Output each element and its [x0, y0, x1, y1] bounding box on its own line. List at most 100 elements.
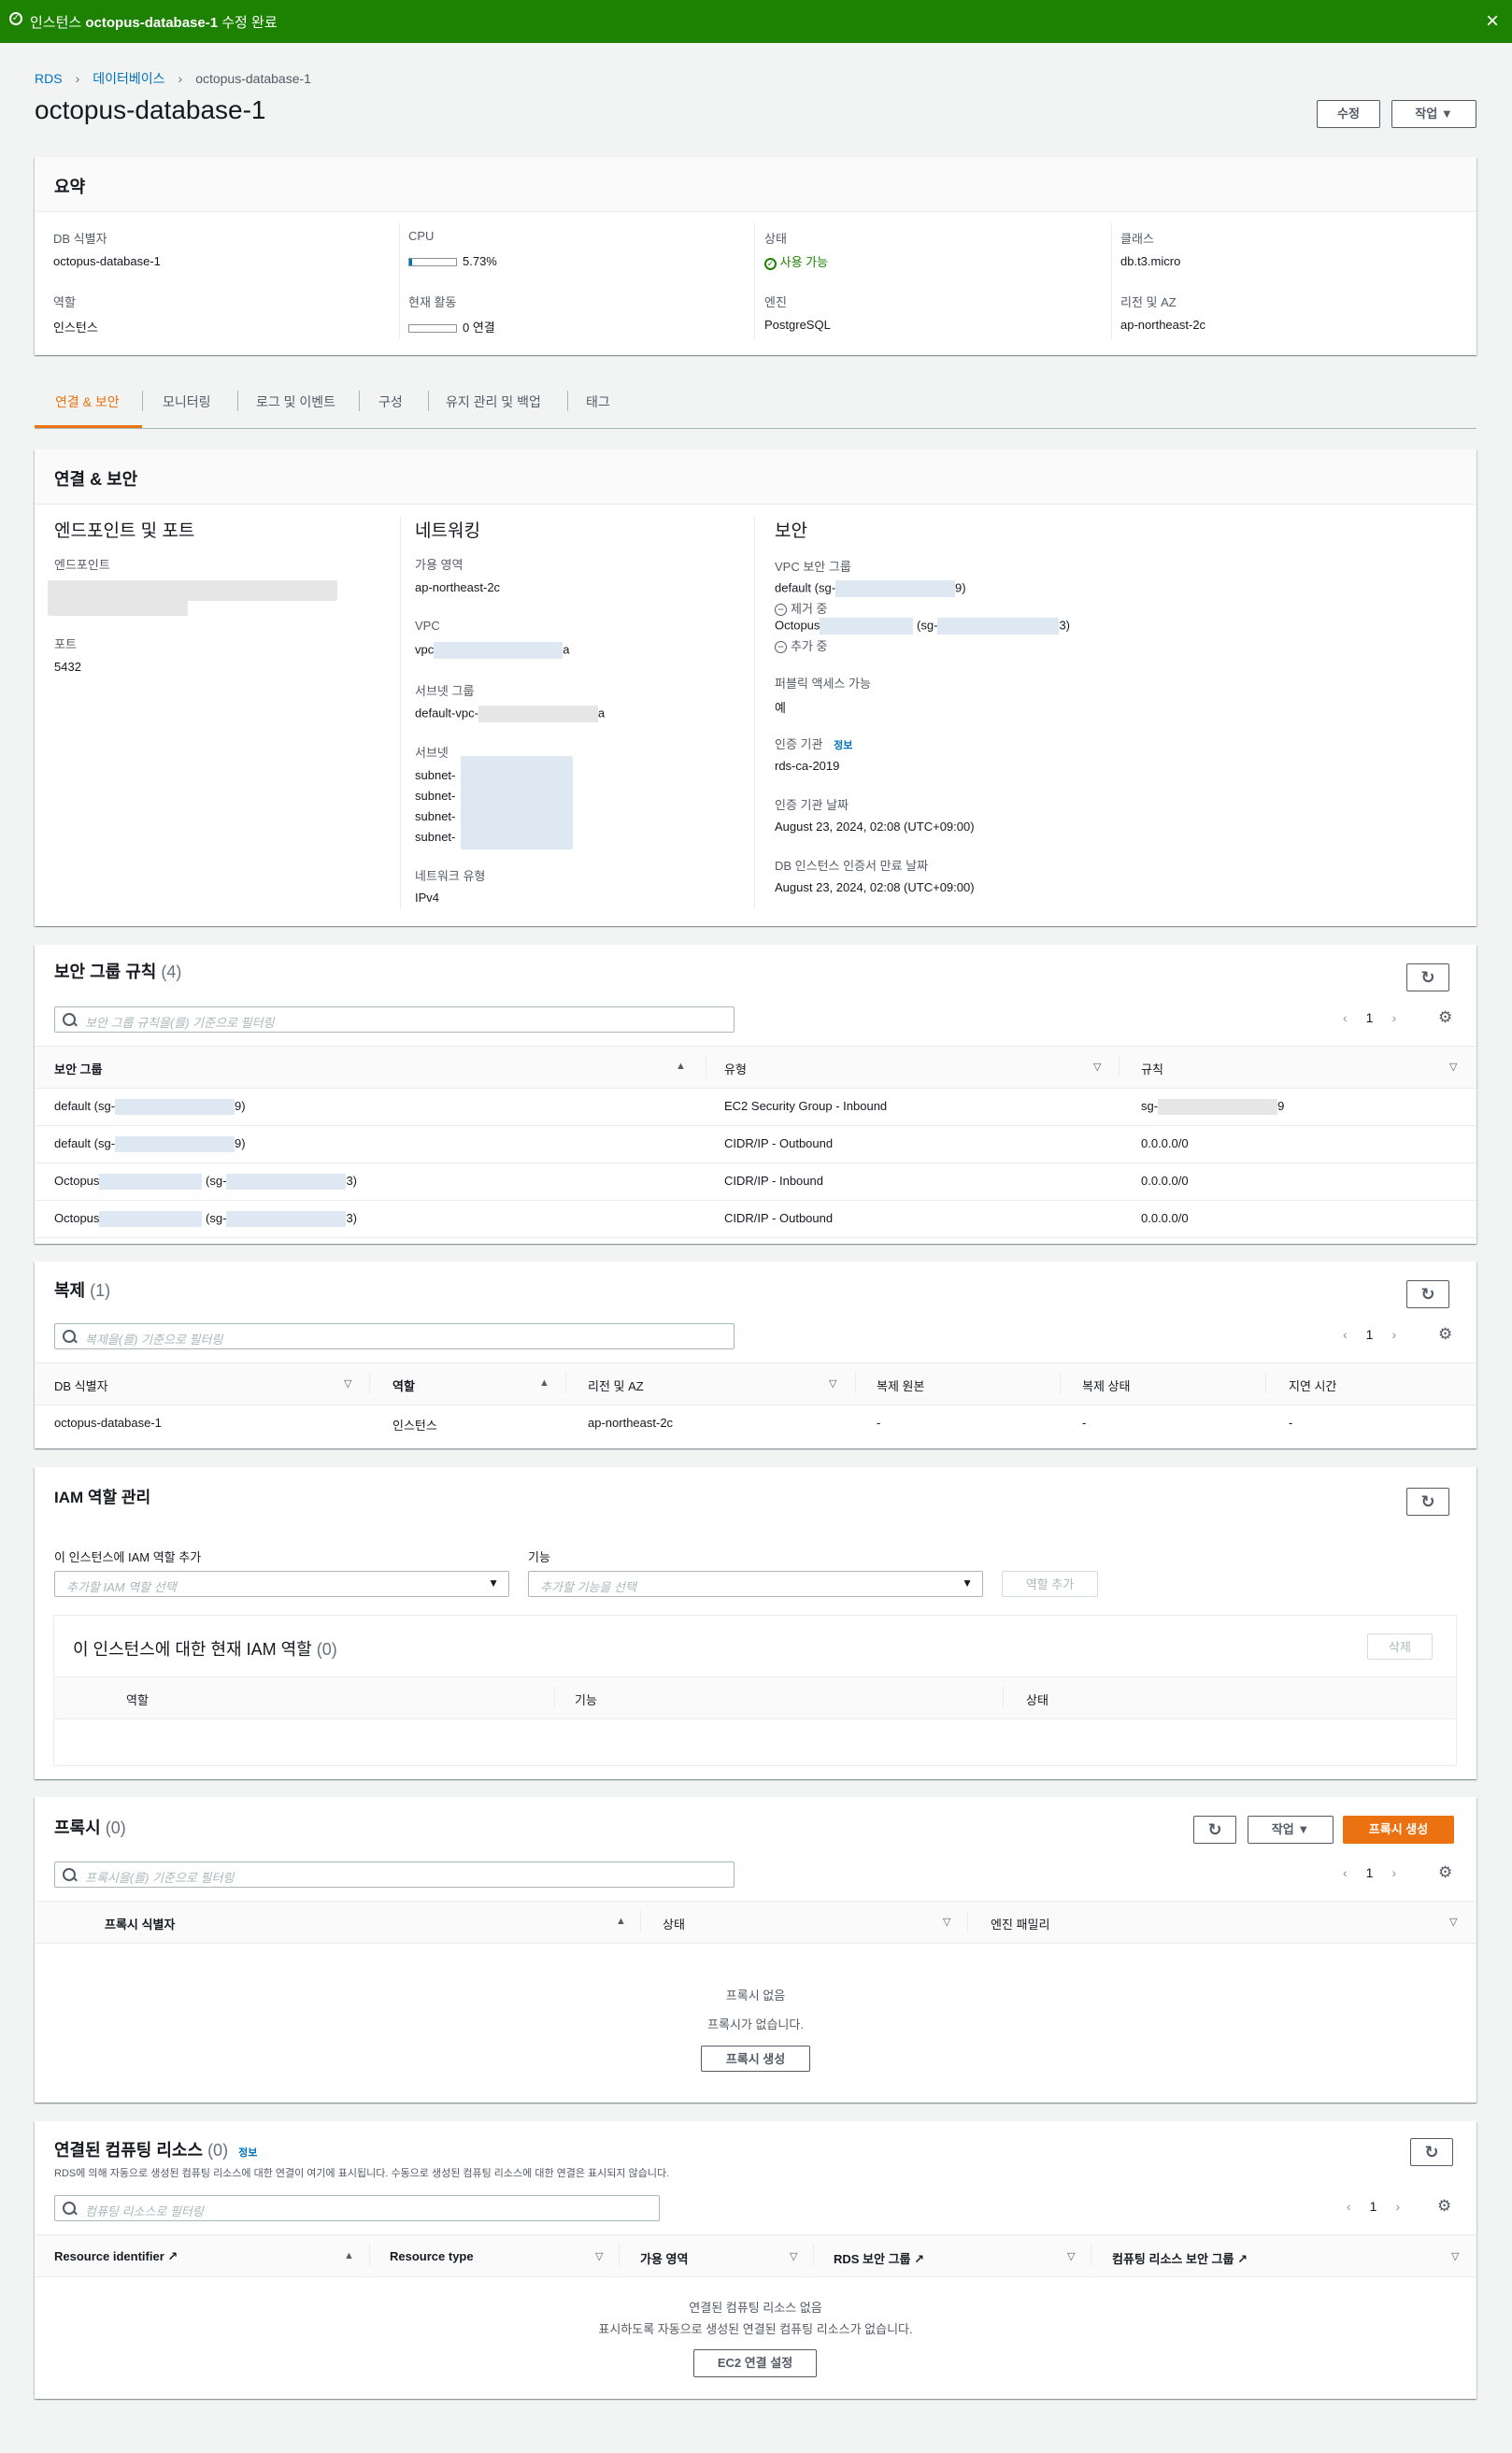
- col-resource-id[interactable]: Resource identifier ↗: [54, 2249, 178, 2264]
- rule-type: CIDR/IP - Inbound: [724, 1174, 823, 1188]
- create-proxy-button[interactable]: 프록시 생성: [1343, 1816, 1454, 1844]
- sort-icon[interactable]: ▽: [1449, 1061, 1457, 1073]
- page-number[interactable]: 1: [1366, 1327, 1374, 1342]
- modify-button[interactable]: 수정: [1317, 100, 1380, 128]
- replication-panel: 복제 (1) ↻ 복제을(를) 기준으로 필터링 ‹ 1 › ⚙ DB 식별자 ▽ …: [35, 1262, 1476, 1448]
- sort-icon[interactable]: ▽: [1093, 1061, 1101, 1073]
- col-role[interactable]: 역할: [392, 1376, 415, 1394]
- breadcrumb-databases[interactable]: 데이터베이스: [93, 71, 164, 86]
- feature-select[interactable]: 추가할 기능을 선택 ▼: [528, 1571, 983, 1597]
- add-role-button[interactable]: 역할 추가: [1002, 1571, 1098, 1597]
- gear-icon[interactable]: ⚙: [1438, 1863, 1452, 1882]
- vpc-link[interactable]: vpc a: [415, 642, 569, 659]
- replica-db-link[interactable]: octopus-database-1: [54, 1416, 162, 1430]
- refresh-icon: ↻: [1424, 2143, 1439, 2161]
- sort-ascending-icon[interactable]: ▲: [539, 1377, 549, 1389]
- sg-link[interactable]: Octopus (sg- 3): [54, 1211, 357, 1228]
- chevron-right-icon[interactable]: ›: [1391, 1010, 1396, 1025]
- proxy-empty-create-button[interactable]: 프록시 생성: [701, 2046, 810, 2072]
- tab-maintenance-backup[interactable]: 유지 관리 및 백업: [446, 392, 541, 411]
- rule-value: 0.0.0.0/0: [1141, 1174, 1189, 1188]
- replication-title: 복제 (1): [54, 1281, 111, 1300]
- col-compute-sg[interactable]: 컴퓨팅 리소스 보안 그룹 ↗: [1112, 2249, 1248, 2267]
- delete-button[interactable]: 삭제: [1367, 1633, 1433, 1660]
- col-rule[interactable]: 규칙: [1141, 1060, 1163, 1077]
- sg-rules-search-input[interactable]: 보안 그룹 규칙을(를) 기준으로 필터링: [54, 1006, 735, 1033]
- sg-link[interactable]: Octopus (sg- 3): [54, 1174, 357, 1191]
- chevron-left-icon[interactable]: ‹: [1343, 1865, 1348, 1880]
- col-db-id[interactable]: DB 식별자: [54, 1376, 108, 1394]
- tab-logs-events[interactable]: 로그 및 이벤트: [256, 392, 335, 411]
- compute-info-link[interactable]: 정보: [238, 2147, 257, 2159]
- sort-icon[interactable]: ▽: [1451, 2250, 1459, 2262]
- ca-info-link[interactable]: 정보: [834, 740, 852, 751]
- col-az[interactable]: 가용 영역: [640, 2249, 688, 2267]
- col-proxy-id[interactable]: 프록시 식별자: [105, 1915, 175, 1932]
- tab-tags[interactable]: 태그: [586, 392, 610, 411]
- actions-label: 작업: [1415, 107, 1438, 121]
- refresh-button[interactable]: ↻: [1193, 1816, 1236, 1844]
- refresh-button[interactable]: ↻: [1406, 963, 1449, 991]
- replication-search-input[interactable]: 복제을(를) 기준으로 필터링: [54, 1323, 735, 1349]
- sort-icon[interactable]: ▽: [595, 2250, 603, 2262]
- tab-connectivity[interactable]: 연결 & 보안: [55, 392, 120, 411]
- sort-icon[interactable]: ▽: [829, 1377, 836, 1390]
- sort-icon[interactable]: ▽: [1067, 2250, 1075, 2262]
- subnet-link-3[interactable]: subnet-: [415, 809, 455, 823]
- sort-ascending-icon[interactable]: ▲: [676, 1061, 686, 1072]
- actions-dropdown-button[interactable]: 작업 ▼: [1391, 100, 1476, 128]
- chevron-left-icon[interactable]: ‹: [1343, 1010, 1348, 1025]
- sort-icon[interactable]: ▽: [1449, 1916, 1457, 1928]
- refresh-button[interactable]: ↻: [1406, 1488, 1449, 1516]
- chevron-left-icon[interactable]: ‹: [1347, 2199, 1351, 2214]
- ec2-connect-button[interactable]: EC2 연결 설정: [693, 2349, 817, 2377]
- summary-title: 요약: [54, 178, 86, 196]
- sg-link[interactable]: default (sg- 9): [54, 1136, 246, 1153]
- subnet-link-2[interactable]: subnet-: [415, 789, 455, 803]
- sg-link[interactable]: default (sg- 9): [54, 1099, 246, 1116]
- sg-link-default[interactable]: default (sg- 9): [775, 580, 966, 597]
- page-number[interactable]: 1: [1370, 2199, 1377, 2214]
- replica-role: 인스턴스: [392, 1419, 437, 1433]
- chevron-right-icon[interactable]: ›: [1391, 1865, 1396, 1880]
- iam-role-select[interactable]: 추가할 IAM 역할 선택 ▼: [54, 1571, 509, 1597]
- proxy-actions-button[interactable]: 작업 ▼: [1248, 1816, 1334, 1844]
- ca-date-label: 인증 기관 날짜: [775, 798, 849, 812]
- gear-icon[interactable]: ⚙: [1438, 1325, 1452, 1344]
- col-region[interactable]: 리전 및 AZ: [588, 1376, 644, 1394]
- sort-icon[interactable]: ▽: [790, 2250, 797, 2262]
- col-security-group[interactable]: 보안 그룹: [54, 1060, 102, 1077]
- close-icon[interactable]: ×: [1486, 8, 1499, 35]
- tab-monitoring[interactable]: 모니터링: [163, 392, 211, 411]
- col-engine-family[interactable]: 엔진 패밀리: [991, 1915, 1049, 1932]
- col-type[interactable]: 유형: [724, 1060, 747, 1077]
- chevron-right-icon[interactable]: ›: [1391, 1327, 1396, 1342]
- compute-search-input[interactable]: 컴퓨팅 리소스로 필터링: [54, 2195, 660, 2221]
- proxy-search-input[interactable]: 프록시을(를) 기준으로 필터링: [54, 1861, 735, 1888]
- breadcrumb-rds[interactable]: RDS: [35, 71, 63, 86]
- tab-configuration[interactable]: 구성: [378, 392, 403, 411]
- subnet-link-4[interactable]: subnet-: [415, 830, 455, 844]
- col-iam-feature: 기능: [575, 1693, 597, 1707]
- chevron-left-icon[interactable]: ‹: [1343, 1327, 1348, 1342]
- col-resource-type[interactable]: Resource type: [390, 2249, 474, 2263]
- col-rds-sg[interactable]: RDS 보안 그룹 ↗: [834, 2249, 924, 2267]
- refresh-button[interactable]: ↻: [1406, 1280, 1449, 1308]
- gear-icon[interactable]: ⚙: [1438, 1008, 1452, 1027]
- sort-ascending-icon[interactable]: ▲: [344, 2250, 354, 2261]
- subnet-link-1[interactable]: subnet-: [415, 768, 455, 782]
- page-number[interactable]: 1: [1366, 1865, 1374, 1880]
- sg-link-octopus[interactable]: Octopus (sg- 3): [775, 618, 1070, 635]
- page-number[interactable]: 1: [1366, 1010, 1374, 1025]
- sort-icon[interactable]: ▽: [344, 1377, 351, 1390]
- sort-ascending-icon[interactable]: ▲: [616, 1916, 626, 1927]
- compute-empty-desc: 표시하도록 자동으로 생성된 연결된 컴퓨팅 리소스가 없습니다.: [598, 2322, 913, 2336]
- sort-icon[interactable]: ▽: [943, 1916, 950, 1928]
- gear-icon[interactable]: ⚙: [1437, 2197, 1451, 2216]
- col-proxy-status[interactable]: 상태: [663, 1915, 685, 1932]
- chevron-right-icon[interactable]: ›: [1395, 2199, 1400, 2214]
- refresh-button[interactable]: ↻: [1410, 2138, 1453, 2166]
- compute-description: RDS에 의해 자동으로 생성된 컴퓨팅 리소스에 대한 연결이 여기에 표시됩…: [54, 2168, 670, 2179]
- cpu-label: CPU: [408, 229, 435, 243]
- replica-state: -: [1082, 1416, 1087, 1430]
